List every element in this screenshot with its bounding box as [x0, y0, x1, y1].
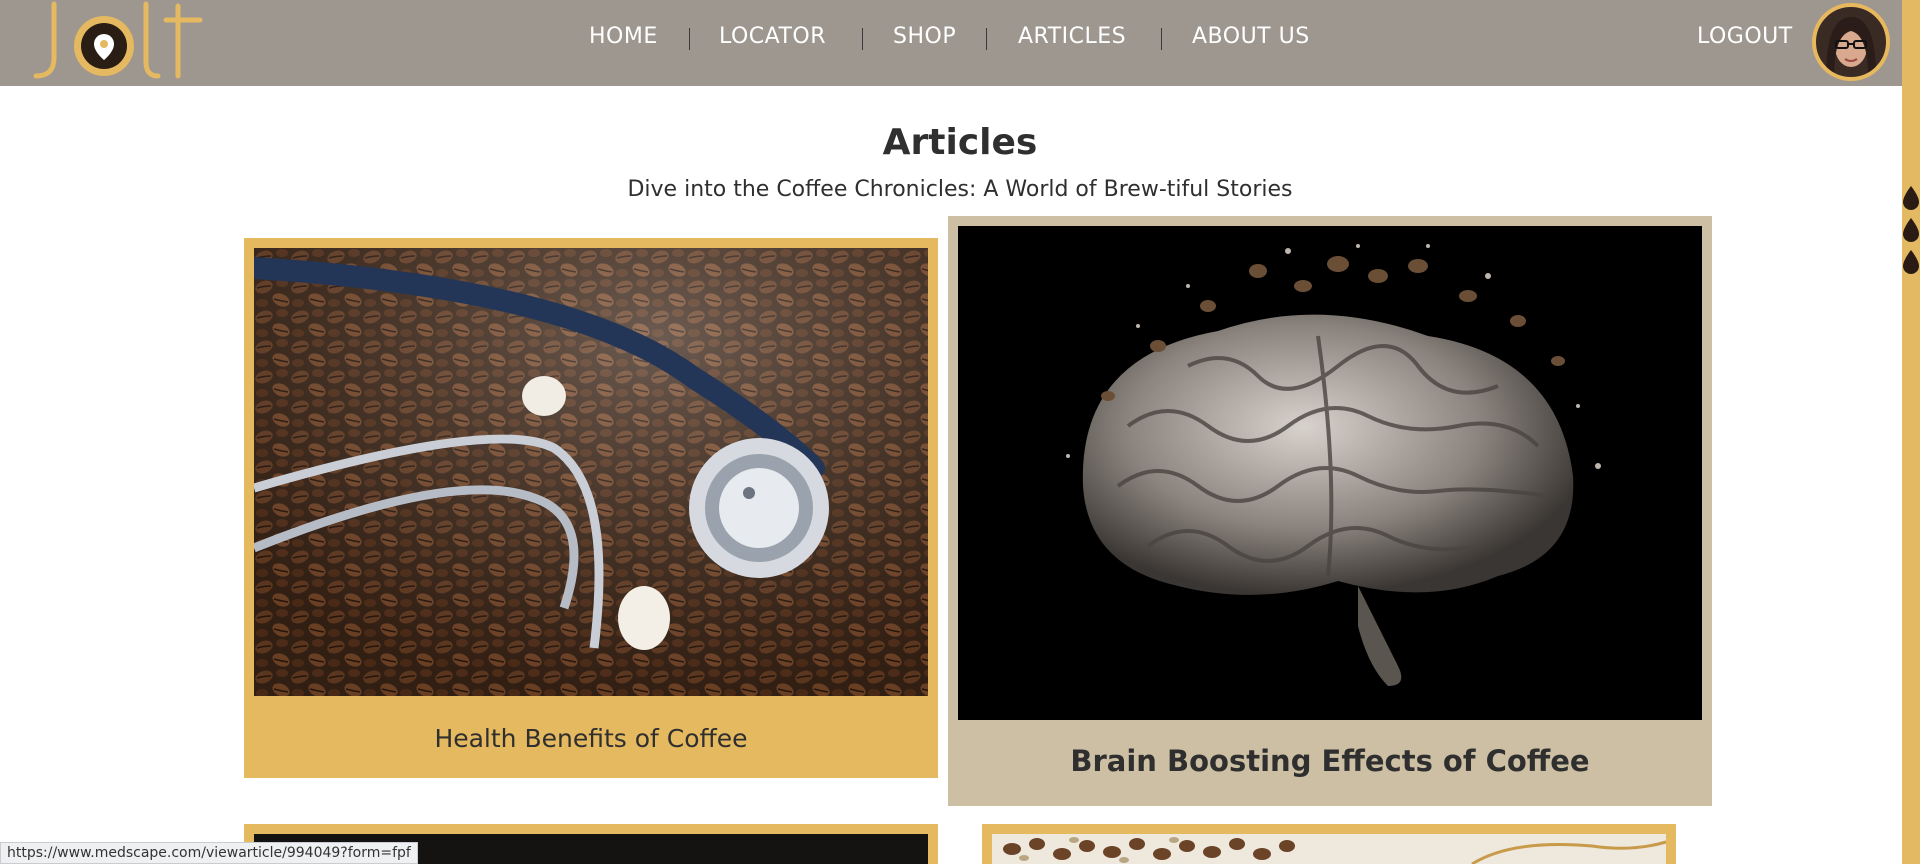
article-card-health[interactable]: Health Benefits of Coffee [244, 238, 938, 778]
nav-separator [689, 28, 690, 50]
nav-about-us[interactable]: ABOUT US [1192, 24, 1310, 49]
site-header: HOME LOCATOR SHOP ARTICLES ABOUT US LOGO… [0, 0, 1902, 86]
main-nav: HOME LOCATOR SHOP ARTICLES ABOUT US [0, 0, 1902, 86]
nav-locator[interactable]: LOCATOR [719, 24, 826, 49]
nav-separator [986, 28, 987, 50]
logout-link[interactable]: LOGOUT [1697, 24, 1793, 49]
stethoscope-coffee-image [254, 248, 928, 696]
nav-shop[interactable]: SHOP [893, 24, 956, 49]
status-bar-url: https://www.medscape.com/viewarticle/994… [0, 842, 418, 864]
nav-articles[interactable]: ARTICLES [1018, 24, 1126, 49]
article-card[interactable] [982, 824, 1676, 864]
article-title[interactable]: Brain Boosting Effects of Coffee [958, 720, 1702, 778]
nav-separator [1161, 28, 1162, 50]
article-image [992, 834, 1666, 864]
nav-separator [862, 28, 863, 50]
coffee-drop-icon [1903, 218, 1919, 242]
nav-home[interactable]: HOME [589, 24, 658, 49]
coffee-drop-icon [1903, 250, 1919, 274]
page-subtitle: Dive into the Coffee Chronicles: A World… [627, 177, 1293, 202]
page-title: Articles [882, 122, 1038, 163]
article-card-brain[interactable]: Brain Boosting Effects of Coffee [948, 216, 1712, 806]
article-title[interactable]: Health Benefits of Coffee [254, 696, 928, 753]
user-avatar[interactable] [1812, 3, 1890, 81]
coffee-brain-image [958, 226, 1702, 720]
